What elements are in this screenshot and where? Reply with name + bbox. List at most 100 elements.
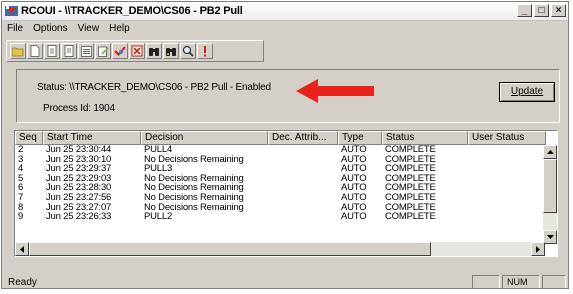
magnifier-icon[interactable] bbox=[180, 43, 196, 59]
cell-start-time: Jun 25 23:29:37 bbox=[46, 164, 112, 174]
table-row[interactable]: 2 Jun 25 23:30:44 PULL4 AUTO COMPLETE bbox=[15, 145, 546, 155]
scroll-left-button[interactable] bbox=[15, 242, 29, 256]
status-bar-text: Ready bbox=[8, 277, 37, 288]
status-panel: Status: \\TRACKER_DEMO\CS06 - PB2 Pull -… bbox=[16, 69, 560, 123]
scroll-thumb[interactable] bbox=[543, 159, 557, 213]
cell-status: COMPLETE bbox=[385, 154, 436, 165]
cell-seq: 4 bbox=[18, 164, 24, 174]
cell-dec-attrib bbox=[268, 145, 338, 155]
cell-dec-attrib bbox=[268, 174, 338, 184]
status-bar-empty-panel bbox=[472, 275, 500, 288]
cell-type: AUTO bbox=[341, 212, 367, 222]
cell-start-time: Jun 25 23:27:56 bbox=[46, 192, 112, 203]
cell-user-status bbox=[468, 155, 546, 165]
cell-type: AUTO bbox=[341, 202, 367, 213]
cell-decision: PULL2 bbox=[144, 212, 173, 222]
table-row[interactable]: 5 Jun 25 23:29:03 No Decisions Remaining AU… bbox=[15, 174, 546, 184]
cell-type: AUTO bbox=[341, 192, 367, 203]
list-rows: 2 Jun 25 23:30:44 PULL4 AUTO COMPLETE 3 Jun 25… bbox=[15, 145, 546, 222]
cell-user-status bbox=[468, 164, 546, 174]
cell-decision: PULL3 bbox=[144, 164, 173, 174]
cell-user-status bbox=[468, 145, 546, 155]
table-row[interactable]: 9 Jun 25 23:26:33 PULL2 AUTO COMPLETE bbox=[15, 212, 546, 222]
cell-user-status bbox=[468, 174, 546, 184]
status-bar-grip-panel bbox=[542, 275, 566, 288]
update-button-label: Update bbox=[510, 86, 544, 97]
cell-decision: No Decisions Remaining bbox=[144, 154, 244, 165]
cell-type: AUTO bbox=[341, 183, 367, 193]
document-icon[interactable] bbox=[44, 43, 60, 59]
cell-dec-attrib bbox=[268, 212, 338, 222]
table-row[interactable]: 8 Jun 25 23:27:07 No Decisions Remaining AU… bbox=[15, 203, 546, 213]
table-row[interactable]: 6 Jun 25 23:28:30 No Decisions Remaining AU… bbox=[15, 183, 546, 193]
vertical-scrollbar[interactable] bbox=[543, 145, 557, 244]
menu-options[interactable]: Options bbox=[28, 21, 72, 37]
cell-status: COMPLETE bbox=[385, 183, 436, 193]
cell-dec-attrib bbox=[268, 155, 338, 165]
table-row[interactable]: 4 Jun 25 23:29:37 PULL3 AUTO COMPLETE bbox=[15, 164, 546, 174]
update-button[interactable]: Update bbox=[499, 82, 555, 102]
cell-seq: 9 bbox=[18, 212, 24, 222]
cell-seq: 2 bbox=[18, 145, 24, 155]
cell-seq: 7 bbox=[18, 192, 24, 203]
scroll-up-button[interactable] bbox=[543, 145, 557, 159]
column-user-status[interactable]: User Status bbox=[468, 131, 546, 145]
column-decision[interactable]: Decision bbox=[141, 131, 268, 145]
edit-icon[interactable] bbox=[95, 43, 111, 59]
document-icon[interactable] bbox=[61, 43, 77, 59]
delete-icon[interactable] bbox=[129, 43, 145, 59]
title-bar[interactable]: RCOUI - \\TRACKER_DEMO\CS06 - PB2 Pull _… bbox=[2, 2, 568, 21]
arrow-right-icon bbox=[536, 245, 540, 253]
cell-start-time: Jun 25 23:27:07 bbox=[46, 202, 112, 213]
open-folder-icon[interactable] bbox=[10, 43, 26, 59]
cell-user-status bbox=[468, 193, 546, 203]
close-button[interactable]: × bbox=[551, 4, 566, 17]
process-id: Process Id: 1904 bbox=[43, 103, 115, 114]
table-row[interactable]: 7 Jun 25 23:27:56 No Decisions Remaining AU… bbox=[15, 193, 546, 203]
cell-start-time: Jun 25 23:28:30 bbox=[46, 183, 112, 193]
menu-view[interactable]: View bbox=[73, 21, 105, 37]
cell-dec-attrib bbox=[268, 164, 338, 174]
app-icon bbox=[5, 6, 18, 16]
list-header: Seq Start Time Decision Dec. Attrib... T… bbox=[15, 131, 546, 145]
status-text: Status: \\TRACKER_DEMO\CS06 - PB2 Pull -… bbox=[37, 82, 271, 93]
cell-type: AUTO bbox=[341, 145, 367, 155]
cell-status: COMPLETE bbox=[385, 202, 436, 213]
column-start-time[interactable]: Start Time bbox=[43, 131, 141, 145]
cell-decision: No Decisions Remaining bbox=[144, 192, 244, 203]
binoculars-icon[interactable] bbox=[146, 43, 162, 59]
menu-help[interactable]: Help bbox=[104, 21, 135, 37]
cell-user-status bbox=[468, 212, 546, 222]
list-icon[interactable] bbox=[78, 43, 94, 59]
horizontal-scroll-thumb[interactable] bbox=[29, 242, 431, 256]
scroll-right-button[interactable] bbox=[531, 242, 545, 256]
maximize-button[interactable]: □ bbox=[534, 4, 549, 17]
cell-status: COMPLETE bbox=[385, 164, 436, 174]
red-arrow-icon bbox=[296, 79, 374, 103]
decision-list[interactable]: Seq Start Time Decision Dec. Attrib... T… bbox=[14, 130, 558, 257]
cell-decision: No Decisions Remaining bbox=[144, 173, 244, 184]
cell-dec-attrib bbox=[268, 183, 338, 193]
horizontal-scrollbar[interactable] bbox=[15, 242, 545, 256]
column-seq[interactable]: Seq bbox=[15, 131, 43, 145]
cell-seq: 8 bbox=[18, 202, 24, 213]
new-document-icon[interactable] bbox=[27, 43, 43, 59]
column-dec-attrib[interactable]: Dec. Attrib... bbox=[268, 131, 338, 145]
table-row[interactable]: 3 Jun 25 23:30:10 No Decisions Remaining AU… bbox=[15, 155, 546, 165]
menu-file[interactable]: File bbox=[2, 21, 28, 37]
minimize-button[interactable]: _ bbox=[517, 4, 532, 17]
cell-seq: 3 bbox=[18, 154, 24, 165]
column-type[interactable]: Type bbox=[338, 131, 382, 145]
cell-status: COMPLETE bbox=[385, 192, 436, 203]
arrow-up-icon bbox=[546, 150, 554, 154]
checkmark-icon[interactable] bbox=[112, 43, 128, 59]
binoculars-icon[interactable] bbox=[163, 43, 179, 59]
exclamation-icon[interactable] bbox=[197, 43, 213, 59]
column-status[interactable]: Status bbox=[382, 131, 468, 145]
cell-decision: No Decisions Remaining bbox=[144, 183, 244, 193]
num-lock-indicator: NUM bbox=[502, 275, 540, 288]
cell-start-time: Jun 25 23:30:10 bbox=[46, 154, 112, 165]
main-window: RCOUI - \\TRACKER_DEMO\CS06 - PB2 Pull _… bbox=[1, 1, 569, 289]
scroll-down-button[interactable] bbox=[543, 230, 557, 244]
cell-dec-attrib bbox=[268, 203, 338, 213]
